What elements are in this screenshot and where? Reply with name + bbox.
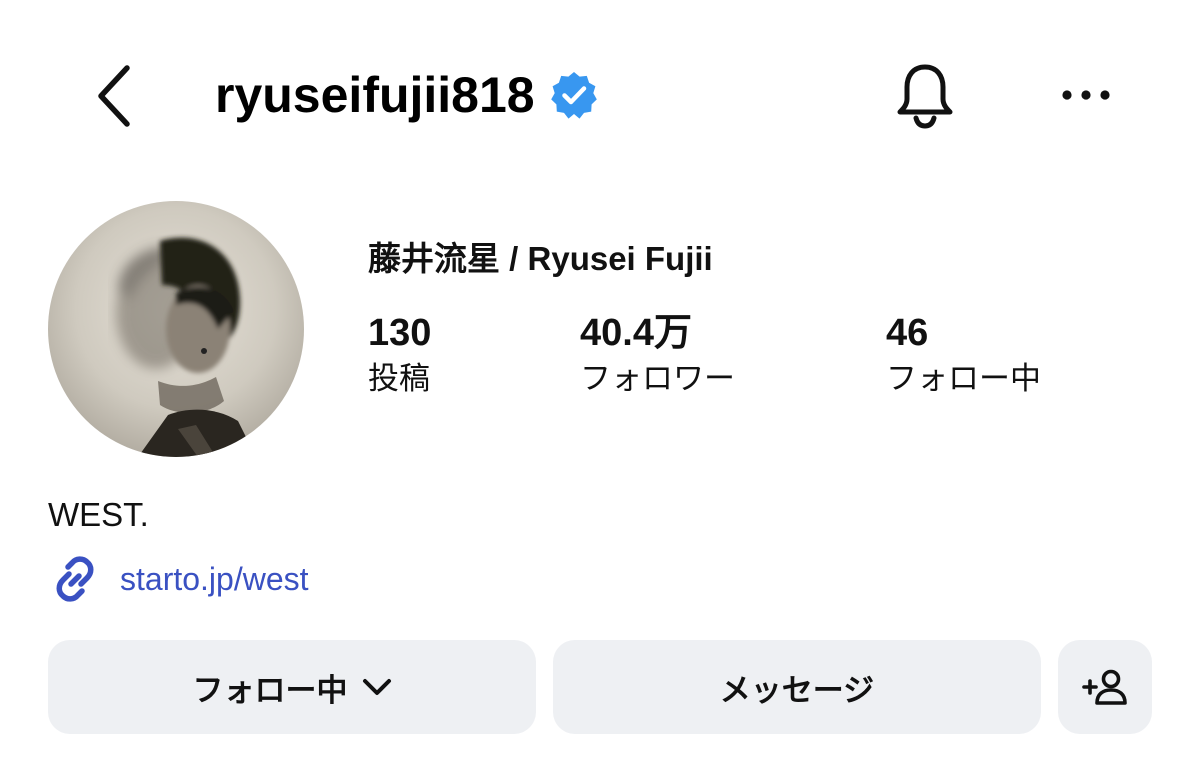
username-header: ryuseifujii818 xyxy=(215,62,599,128)
following-dropdown-button[interactable]: フォロー中 xyxy=(48,640,536,734)
stat-posts[interactable]: 130 投稿 xyxy=(368,310,431,400)
username: ryuseifujii818 xyxy=(215,67,535,123)
bell-icon xyxy=(897,64,953,129)
profile-avatar[interactable] xyxy=(48,201,304,457)
following-count: 46 xyxy=(886,312,929,354)
followers-count: 40.4万 xyxy=(580,312,692,354)
following-label: フォロー中 xyxy=(886,361,1041,396)
back-button[interactable] xyxy=(84,58,144,134)
message-button[interactable]: メッセージ xyxy=(553,640,1041,734)
chevron-down-icon xyxy=(362,677,392,697)
link-icon xyxy=(48,553,102,605)
profile-link[interactable]: starto.jp/west xyxy=(48,553,309,605)
display-name: 藤井流星 / Ryusei Fujii xyxy=(368,240,713,277)
followers-label: フォロワー xyxy=(580,361,735,396)
chevron-left-icon xyxy=(98,65,130,127)
more-horizontal-icon xyxy=(1062,90,1110,100)
following-button-label: フォロー中 xyxy=(192,672,348,708)
more-options-button[interactable] xyxy=(1054,72,1118,118)
message-button-label: メッセージ xyxy=(719,672,875,708)
suggested-users-button[interactable] xyxy=(1058,640,1152,734)
link-text: starto.jp/west xyxy=(120,560,309,597)
stat-followers[interactable]: 40.4万 フォロワー xyxy=(580,310,735,400)
stat-following[interactable]: 46 フォロー中 xyxy=(886,310,1041,400)
add-user-icon xyxy=(1082,669,1127,705)
verified-badge-icon xyxy=(549,70,599,120)
posts-count: 130 xyxy=(368,312,432,354)
bio-text: WEST. xyxy=(48,496,149,533)
top-navigation-bar: ryuseifujii818 xyxy=(0,0,1200,190)
posts-label: 投稿 xyxy=(368,361,430,396)
notifications-button[interactable] xyxy=(888,58,962,132)
